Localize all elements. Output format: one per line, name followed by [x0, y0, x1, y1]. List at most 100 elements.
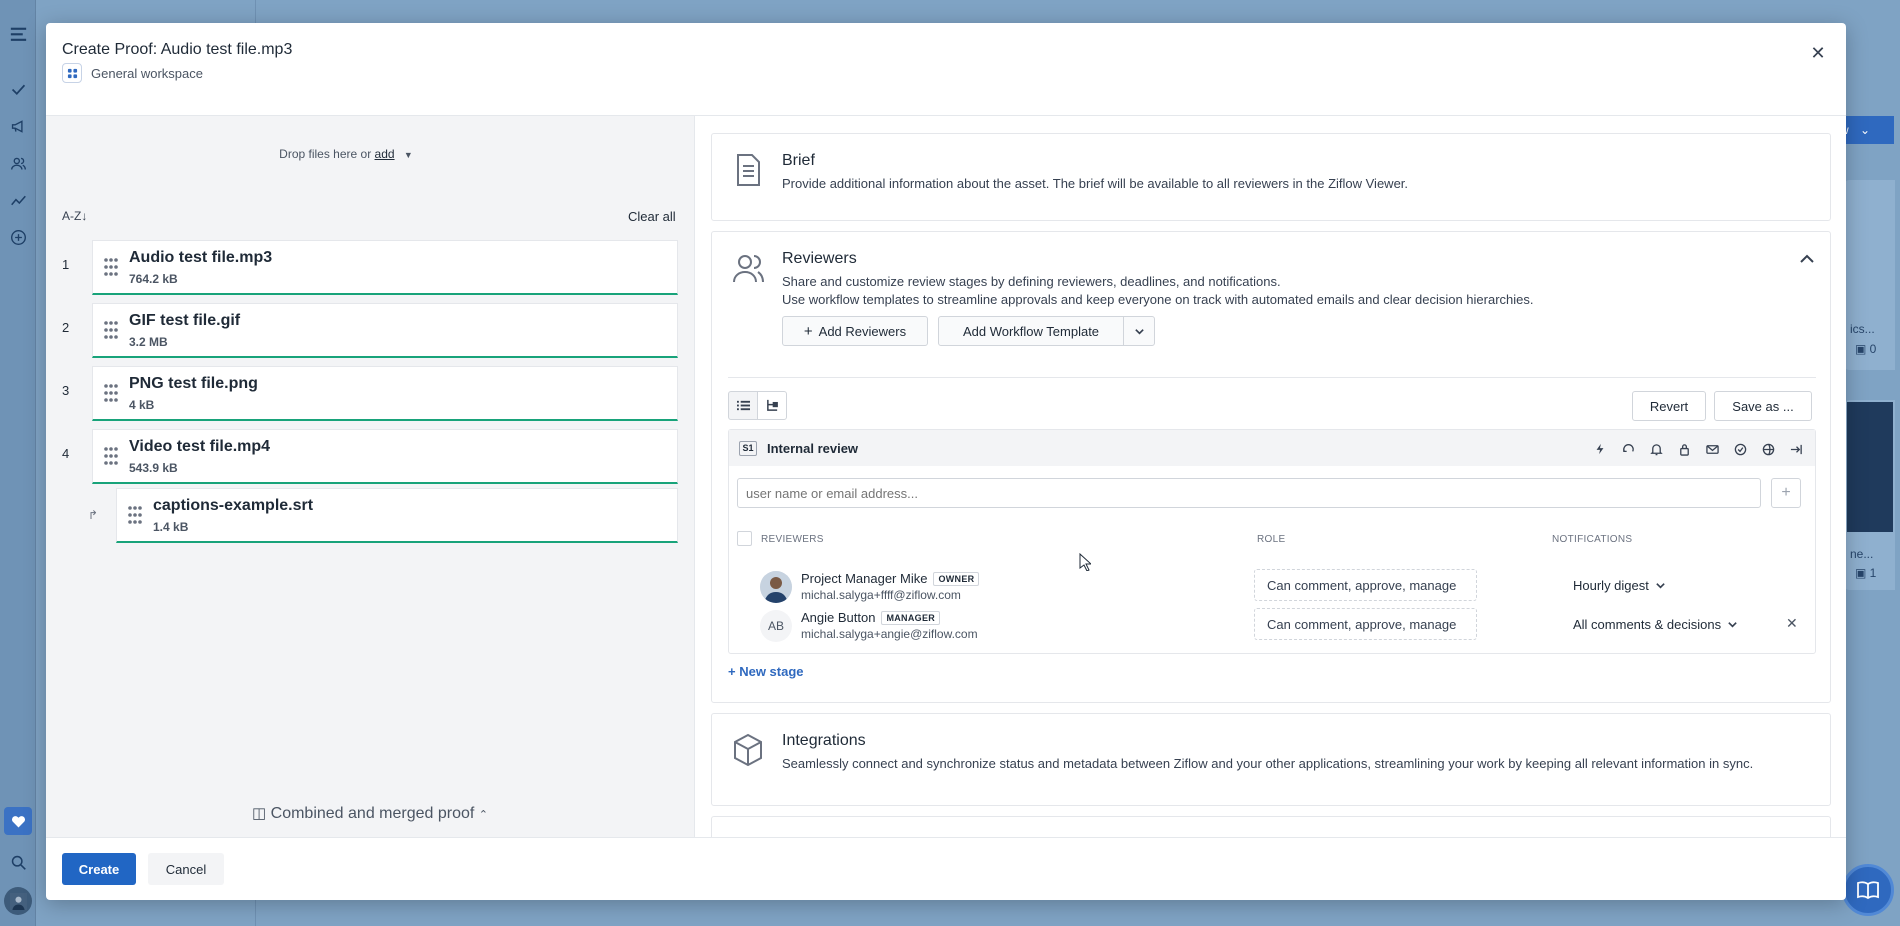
checkmark-icon[interactable]	[6, 77, 30, 101]
role-select[interactable]: Can comment, approve, manage	[1254, 569, 1477, 601]
add-reviewers-label: Add Reviewers	[818, 323, 907, 339]
background-card-comments: ▣ 1	[1855, 566, 1877, 580]
reviewer-email: michal.salyga+ffff@ziflow.com	[801, 588, 961, 602]
add-reviewers-button[interactable]: + Add Reviewers	[782, 316, 928, 346]
integrations-section[interactable]: Integrations Seamlessly connect and sync…	[711, 713, 1831, 806]
remove-reviewer-icon[interactable]: ✕	[1786, 615, 1798, 632]
analytics-icon[interactable]	[6, 188, 30, 212]
integrations-description: Seamlessly connect and synchronize statu…	[782, 756, 1754, 771]
combined-proof-toggle[interactable]: ◫ Combined and merged proof ⌃	[46, 804, 694, 823]
create-button[interactable]: Create	[62, 853, 136, 885]
reviewer-name-text: Angie Button	[801, 610, 876, 625]
chevron-down-icon	[1656, 583, 1665, 589]
list-icon	[736, 400, 750, 411]
background-card-thumbnail	[1847, 402, 1893, 532]
file-card[interactable]: Audio test file.mp3 764.2 kB	[92, 240, 678, 295]
add-files-link[interactable]: add	[375, 147, 395, 161]
notifications-value: Hourly digest	[1573, 578, 1649, 593]
column-header-role: ROLE	[1257, 534, 1286, 545]
background-card-title: ne...	[1850, 547, 1874, 561]
new-stage-button[interactable]: + New stage	[728, 664, 804, 679]
file-index: 2	[62, 320, 70, 335]
list-view-toggle[interactable]	[728, 391, 758, 420]
stage-settings-icons	[1589, 439, 1807, 459]
reviewer-row: Project Manager Mike OWNER michal.salyga…	[729, 569, 1817, 605]
approval-badge-icon[interactable]	[1729, 439, 1751, 459]
notifications-dropdown[interactable]: All comments & decisions	[1573, 617, 1738, 632]
help-book-icon[interactable]	[1842, 864, 1894, 916]
combined-proof-label: Combined and merged proof	[270, 805, 475, 822]
select-all-checkbox[interactable]	[737, 531, 752, 546]
menu-icon[interactable]	[6, 22, 30, 46]
skip-to-end-icon[interactable]	[1785, 439, 1807, 459]
file-row: 3 PNG test file.png 4 kB	[46, 366, 694, 421]
add-workflow-template-button[interactable]: Add Workflow Template	[938, 316, 1124, 346]
bell-icon[interactable]	[1645, 439, 1667, 459]
stage-name[interactable]: Internal review	[767, 441, 858, 456]
cancel-button[interactable]: Cancel	[148, 853, 224, 885]
reviewer-email: michal.salyga+angie@ziflow.com	[801, 627, 978, 641]
reviewers-description-2: Use workflow templates to streamline app…	[782, 292, 1534, 307]
file-card[interactable]: PNG test file.png 4 kB	[92, 366, 678, 421]
workspace-name: General workspace	[91, 65, 203, 81]
drag-handle-icon[interactable]	[127, 504, 143, 526]
tree-view-toggle[interactable]	[757, 391, 787, 420]
lock-icon[interactable]	[1673, 439, 1695, 459]
add-reviewer-plus-button[interactable]: +	[1771, 478, 1801, 508]
search-icon[interactable]	[6, 850, 30, 874]
close-icon[interactable]: ✕	[1808, 43, 1828, 63]
background-card: ne... ▣ 1	[1845, 400, 1895, 590]
reviewer-search-input[interactable]	[737, 478, 1761, 508]
avatar	[760, 571, 792, 603]
users-icon[interactable]	[6, 151, 30, 175]
file-row: 2 GIF test file.gif 3.2 MB	[46, 303, 694, 358]
collapse-chevron-up-icon[interactable]	[1798, 250, 1816, 268]
background-card-title: ics...	[1850, 322, 1875, 336]
next-section[interactable]	[711, 816, 1831, 837]
drag-handle-icon[interactable]	[103, 445, 119, 467]
attachment-arrow-icon: ↱	[88, 508, 99, 522]
modal-title: Create Proof: Audio test file.mp3	[62, 41, 293, 58]
megaphone-icon[interactable]	[6, 114, 30, 138]
refresh-icon[interactable]	[1617, 439, 1639, 459]
proof-settings-panel: Brief Provide additional information abo…	[694, 116, 1846, 837]
drag-handle-icon[interactable]	[103, 382, 119, 404]
file-card[interactable]: GIF test file.gif 3.2 MB	[92, 303, 678, 358]
notifications-dropdown[interactable]: Hourly digest	[1573, 578, 1666, 593]
brief-section[interactable]: Brief Provide additional information abo…	[711, 133, 1831, 221]
file-name: captions-example.srt	[153, 497, 314, 514]
background-card: ics... ▣ 0	[1845, 180, 1895, 370]
file-index: 1	[62, 257, 70, 272]
revert-button[interactable]: Revert	[1632, 391, 1706, 421]
lightning-icon[interactable]	[1589, 439, 1611, 459]
chevron-down-icon	[1728, 622, 1737, 628]
clear-all-button[interactable]: Clear all	[628, 209, 676, 224]
drag-handle-icon[interactable]	[103, 319, 119, 341]
role-select[interactable]: Can comment, approve, manage	[1254, 608, 1477, 640]
save-as-button[interactable]: Save as ...	[1714, 391, 1812, 421]
file-card[interactable]: Video test file.mp4 543.9 kB	[92, 429, 678, 484]
workspace-icon	[62, 63, 82, 83]
avatar: AB	[760, 610, 792, 642]
file-size: 3.2 MB	[129, 335, 168, 349]
stage-badge: S1	[739, 441, 757, 456]
create-proof-modal: Create Proof: Audio test file.mp3 Genera…	[46, 23, 1846, 900]
add-circle-icon[interactable]	[6, 225, 30, 249]
owner-badge: OWNER	[933, 571, 980, 586]
user-avatar[interactable]	[4, 887, 32, 915]
mail-icon[interactable]	[1701, 439, 1723, 459]
revert-label: Revert	[1649, 398, 1689, 414]
heart-icon[interactable]	[4, 807, 32, 835]
sort-toggle[interactable]: A-Z↓	[62, 209, 87, 223]
drag-handle-icon[interactable]	[103, 256, 119, 278]
workflow-template-dropdown[interactable]	[1123, 316, 1155, 346]
drop-zone[interactable]: Drop files here or add ▼	[46, 147, 646, 161]
file-card[interactable]: captions-example.srt 1.4 kB	[116, 488, 678, 543]
chevron-down-icon[interactable]: ▼	[404, 150, 413, 160]
add-workflow-template-label: Add Workflow Template	[962, 323, 1100, 339]
users-icon	[733, 255, 764, 283]
new-stage-label: New stage	[739, 664, 804, 679]
reviewers-description: Share and customize review stages by def…	[782, 274, 1281, 289]
globe-icon[interactable]	[1757, 439, 1779, 459]
file-size: 764.2 kB	[129, 272, 178, 286]
